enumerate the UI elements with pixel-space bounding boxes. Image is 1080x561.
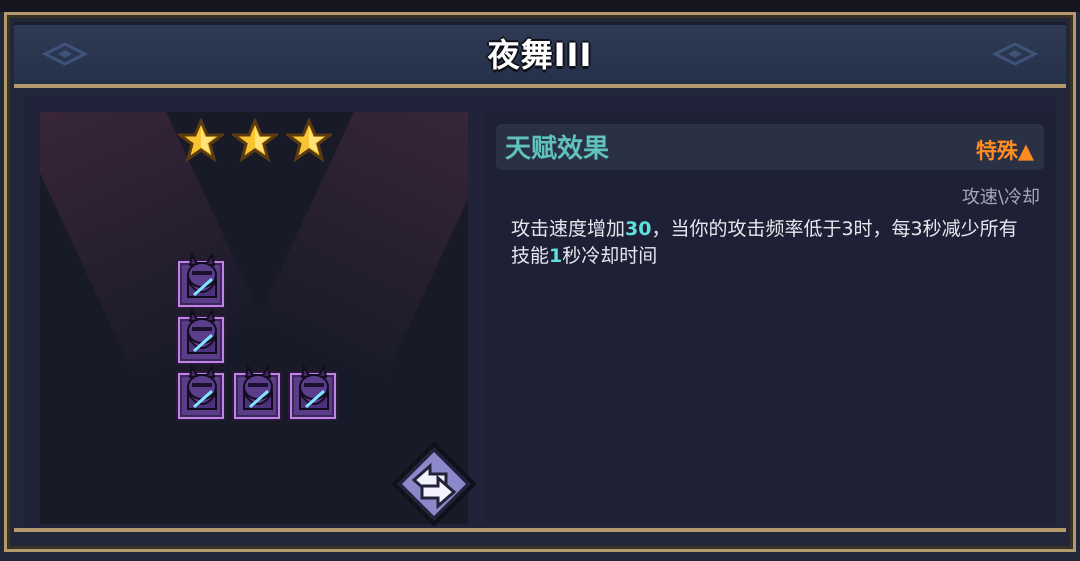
dark-knight-icon	[243, 364, 273, 410]
star-icon	[286, 118, 332, 163]
effect-title: 天赋效果	[505, 134, 610, 164]
bottom-border	[14, 528, 1066, 542]
formation-tile	[178, 252, 224, 307]
star-icon	[232, 118, 278, 163]
desc-text: 秒冷却时间	[562, 245, 658, 267]
dark-knight-icon	[187, 364, 217, 410]
desc-value: 1	[549, 245, 563, 267]
formation-tile	[178, 364, 224, 419]
talent-dialog: 夜舞III 天赋效果 特殊▲ 攻速\冷却 攻击速度增加30，当你的攻击频率低于3…	[0, 0, 1080, 561]
formation-tile	[178, 308, 224, 363]
dark-knight-icon	[187, 308, 217, 354]
swap-button[interactable]	[392, 442, 476, 526]
dark-knight-icon	[187, 252, 217, 298]
dark-knight-icon	[299, 364, 329, 410]
top-strip	[0, 0, 1080, 12]
desc-value: 30	[625, 218, 652, 240]
star-icon	[178, 118, 224, 163]
formation-tile	[290, 364, 336, 419]
effect-description: 攻击速度增加30，当你的攻击频率低于3时，每3秒减少所有技能1秒冷却时间	[511, 216, 1031, 270]
formation-tile	[234, 364, 280, 419]
special-toggle[interactable]: 特殊▲	[976, 135, 1034, 165]
talent-title: 夜舞III	[487, 36, 593, 74]
star-rating	[178, 118, 332, 164]
effect-panel	[484, 112, 1056, 524]
desc-text: 攻击速度增加	[511, 218, 626, 240]
effect-category: 攻速\冷却	[961, 187, 1040, 208]
